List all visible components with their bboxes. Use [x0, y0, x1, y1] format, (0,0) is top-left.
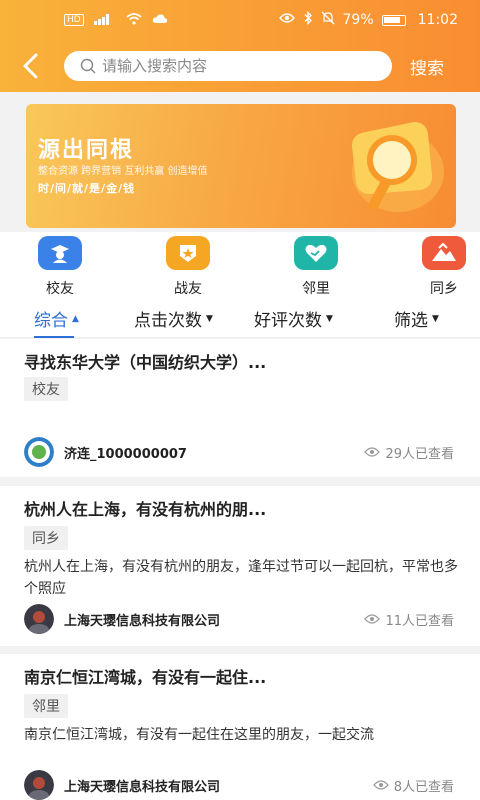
category-hometown[interactable]: 同乡 [422, 232, 466, 300]
view-count-text: 29人已查看 [385, 446, 454, 462]
banner-tagline: 时/间/就/是/金/钱 [38, 182, 136, 195]
avatar [24, 437, 54, 467]
avatar [24, 604, 54, 634]
search-button[interactable]: 搜索 [410, 54, 444, 79]
hd-indicator: HD [64, 14, 84, 26]
category-label: 同乡 [430, 281, 458, 297]
bluetooth-icon [303, 10, 313, 29]
post-card[interactable]: 寻找东华大学（中国纺织大学）... 校友 济连_1000000007 29人已查… [0, 339, 480, 477]
post-footer: 济连_1000000007 29人已查看 [24, 437, 454, 467]
search-box[interactable] [64, 51, 392, 81]
author-name: 上海天璎信息科技有限公司 [64, 779, 221, 795]
eye-icon [364, 614, 381, 624]
filter-more[interactable]: 筛选 ▼ [394, 300, 439, 338]
category-label: 校友 [46, 281, 74, 297]
eye-icon [278, 12, 295, 28]
battery-icon [381, 14, 406, 26]
back-button[interactable] [22, 51, 48, 81]
view-count: 11人已查看 [364, 610, 454, 629]
view-count: 29人已查看 [364, 443, 454, 462]
search-input[interactable] [102, 57, 362, 75]
caret-down-icon: ▼ [206, 313, 213, 324]
caret-up-icon: ▲ [72, 313, 79, 324]
post-author[interactable]: 济连_1000000007 [24, 437, 187, 467]
post-footer: 上海天璎信息科技有限公司 11人已查看 [24, 604, 454, 634]
search-row: 搜索 [0, 40, 480, 92]
filter-label: 好评次数 [254, 311, 322, 331]
post-author[interactable]: 上海天璎信息科技有限公司 [24, 604, 220, 634]
view-count-text: 11人已查看 [385, 613, 454, 629]
handshake-heart-icon [294, 236, 338, 270]
post-tag: 同乡 [24, 526, 68, 550]
filter-label: 综合 [34, 311, 68, 331]
signal-icon [93, 13, 116, 28]
filter-label: 点击次数 [134, 311, 202, 331]
post-card[interactable]: 南京仁恒江湾城，有没有一起住... 邻里 南京仁恒江湾城，有没有一起住在这里的朋… [0, 654, 480, 800]
chevron-left-icon [23, 53, 38, 79]
filter-comprehensive[interactable]: 综合 ▲ [34, 300, 134, 338]
view-count: 8人已查看 [372, 776, 454, 795]
post-author[interactable]: 上海天璎信息科技有限公司 [24, 770, 220, 800]
category-label: 邻里 [302, 281, 330, 297]
caret-down-icon: ▼ [432, 313, 439, 324]
category-neighbors[interactable]: 邻里 [294, 232, 338, 300]
post-title: 杭州人在上海，有没有杭州的朋... [24, 500, 267, 519]
author-name: 济连_1000000007 [64, 446, 187, 462]
mute-icon [321, 11, 335, 29]
clock: 11:02 [417, 12, 458, 28]
mountain-icon [422, 236, 466, 270]
battery-percent: 79% [342, 12, 374, 28]
wifi-icon [126, 12, 142, 28]
filter-clicks[interactable]: 点击次数 ▼ [134, 300, 254, 338]
eye-icon [372, 780, 389, 790]
post-description: 杭州人在上海，有没有杭州的朋友，逢年过节可以一起回杭，平常也多个照应 [24, 559, 458, 597]
status-bar: HD 79% 11:02 [0, 0, 480, 40]
post-tag: 邻里 [24, 694, 68, 718]
category-label: 战友 [174, 281, 202, 297]
magnifier-illustration-icon [352, 122, 444, 212]
post-tag: 校友 [24, 377, 68, 401]
banner-subtitle: 整合资源 跨界营销 互利共赢 创造增值 [38, 166, 208, 177]
filter-bar: 综合 ▲ 点击次数 ▼ 好评次数 ▼ 筛选 ▼ [0, 300, 480, 338]
eye-icon [364, 447, 381, 457]
search-icon [80, 58, 96, 74]
filter-ratings[interactable]: 好评次数 ▼ [254, 300, 394, 338]
banner-title: 源出同根 [38, 138, 135, 163]
header: HD 79% 11:02 请输入搜索内容 搜索 [0, 0, 480, 92]
post-footer: 上海天璎信息科技有限公司 8人已查看 [24, 770, 454, 800]
cloud-icon [152, 13, 168, 27]
caret-down-icon: ▼ [326, 313, 333, 324]
category-comrades[interactable]: 战友 [166, 232, 210, 300]
graduate-icon [38, 236, 82, 270]
view-count-text: 8人已查看 [393, 779, 454, 795]
star-badge-icon [166, 236, 210, 270]
category-row: 校友 战友 邻里 同乡 [0, 232, 480, 300]
category-alumni[interactable]: 校友 [38, 232, 82, 300]
post-description: 南京仁恒江湾城，有没有一起住在这里的朋友，一起交流 [24, 727, 374, 743]
avatar [24, 770, 54, 800]
post-title: 寻找东华大学（中国纺织大学）... [24, 353, 267, 372]
post-title: 南京仁恒江湾城，有没有一起住... [24, 668, 267, 687]
post-card[interactable]: 杭州人在上海，有没有杭州的朋... 同乡 杭州人在上海，有没有杭州的朋友，逢年过… [0, 486, 480, 646]
promo-banner[interactable]: 源出同根 整合资源 跨界营销 互利共赢 创造增值 时/间/就/是/金/钱 [26, 104, 456, 228]
filter-label: 筛选 [394, 311, 428, 331]
author-name: 上海天璎信息科技有限公司 [64, 613, 221, 629]
